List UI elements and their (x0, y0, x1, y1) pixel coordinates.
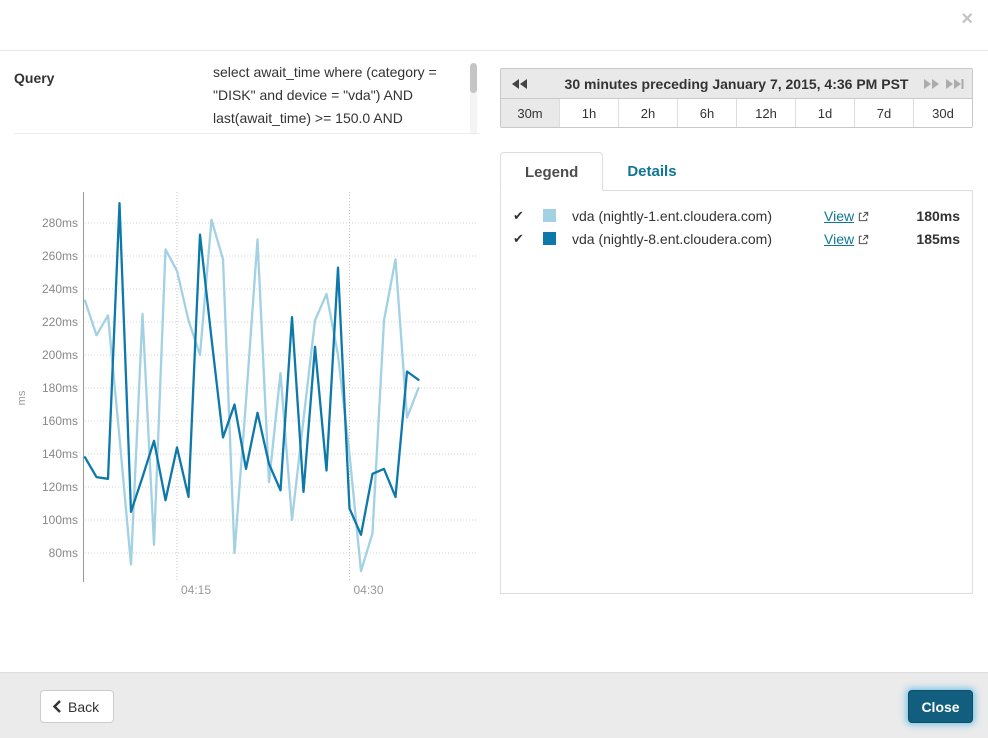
tab-legend[interactable]: Legend (500, 152, 603, 191)
back-button[interactable]: Back (40, 690, 114, 723)
modal-header: × (0, 0, 988, 51)
time-preset-1d[interactable]: 1d (795, 99, 854, 127)
query-scrollbar[interactable] (470, 63, 477, 135)
svg-text:120ms: 120ms (42, 480, 78, 494)
svg-text:200ms: 200ms (42, 348, 78, 362)
svg-text:80ms: 80ms (49, 546, 78, 560)
time-preset-30d[interactable]: 30d (913, 99, 972, 127)
series-current-value: 185ms (890, 231, 960, 247)
series-view-link[interactable]: View (824, 231, 890, 247)
legend-panel: ✔ vda (nightly-1.ent.cloudera.com)View 18… (500, 190, 973, 594)
legend-details-tabs: Legend Details (500, 152, 701, 191)
chevron-left-icon (53, 700, 61, 713)
series-view-link[interactable]: View (824, 208, 890, 224)
svg-text:04:30: 04:30 (354, 583, 384, 597)
svg-text:140ms: 140ms (42, 447, 78, 461)
close-icon[interactable]: × (961, 9, 973, 29)
query-and-chart-panel: Query select await_time where (category … (14, 51, 486, 671)
time-preset-7d[interactable]: 7d (854, 99, 913, 127)
chart-detail-modal: × Query select await_time where (categor… (0, 0, 988, 738)
query-label: Query (14, 70, 54, 86)
svg-text:160ms: 160ms (42, 414, 78, 428)
close-button[interactable]: Close (908, 690, 973, 723)
fast-forward-icon[interactable] (923, 78, 940, 90)
svg-text:280ms: 280ms (42, 216, 78, 230)
skip-back-icon[interactable] (511, 78, 528, 90)
divider (14, 133, 480, 134)
series-current-value: 180ms (890, 208, 960, 224)
time-preset-6h[interactable]: 6h (677, 99, 736, 127)
timeseries-chart[interactable]: 80ms 100ms 120ms 140ms 160ms 180ms 200ms 220ms 2… (0, 180, 490, 650)
query-scrollbar-thumb[interactable] (470, 63, 477, 93)
skip-to-end-icon[interactable] (945, 78, 964, 90)
time-preset-1h[interactable]: 1h (559, 99, 618, 127)
series-label: vda (nightly-8.ent.cloudera.com) (572, 231, 824, 247)
time-range-header: 30 minutes preceding January 7, 2015, 4:… (501, 69, 972, 99)
svg-text:260ms: 260ms (42, 249, 78, 263)
svg-text:04:15: 04:15 (181, 583, 211, 597)
time-range-selector: 30 minutes preceding January 7, 2015, 4:… (500, 68, 973, 128)
time-preset-2h[interactable]: 2h (618, 99, 677, 127)
time-preset-30m[interactable]: 30m (501, 99, 559, 127)
series-label: vda (nightly-1.ent.cloudera.com) (572, 208, 824, 224)
series-enabled-check[interactable]: ✔ (513, 231, 530, 247)
svg-text:100ms: 100ms (42, 513, 78, 527)
query-text: select await_time where (category = "DIS… (213, 61, 467, 131)
series-enabled-check[interactable]: ✔ (513, 208, 530, 224)
time-preset-12h[interactable]: 12h (736, 99, 795, 127)
series-color-swatch (543, 232, 556, 245)
svg-text:ms: ms (16, 390, 28, 405)
external-link-icon (858, 234, 869, 245)
time-range-title: 30 minutes preceding January 7, 2015, 4:… (565, 76, 909, 92)
modal-footer: Back Close (0, 672, 988, 738)
tab-details[interactable]: Details (603, 152, 700, 191)
legend-row: ✔ vda (nightly-1.ent.cloudera.com)View 18… (513, 204, 960, 227)
svg-text:180ms: 180ms (42, 381, 78, 395)
external-link-icon (858, 211, 869, 222)
back-button-label: Back (68, 699, 99, 715)
svg-text:220ms: 220ms (42, 315, 78, 329)
legend-row: ✔ vda (nightly-8.ent.cloudera.com)View 18… (513, 227, 960, 250)
svg-text:240ms: 240ms (42, 282, 78, 296)
time-range-presets: 30m1h2h6h12h1d7d30d (501, 99, 972, 127)
legend-rows: ✔ vda (nightly-1.ent.cloudera.com)View 18… (513, 204, 960, 250)
series-color-swatch (543, 209, 556, 222)
